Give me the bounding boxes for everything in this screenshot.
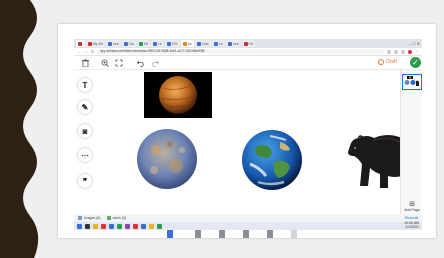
- venus-image[interactable]: [144, 72, 212, 118]
- reload-icon[interactable]: ↻: [91, 49, 94, 54]
- taskbar-app-icon[interactable]: [117, 223, 122, 229]
- draft-button[interactable]: Draft: [378, 59, 397, 65]
- taskbar-app-icon[interactable]: [109, 223, 114, 229]
- file-icon: [106, 216, 111, 220]
- browser-tab[interactable]: Lea: [225, 40, 241, 47]
- downloads-bar: images (8) valsh (3) Show all: [74, 214, 422, 222]
- undo-icon[interactable]: [136, 58, 146, 68]
- check-icon[interactable]: ✓: [410, 57, 421, 68]
- profile-avatar[interactable]: [408, 49, 412, 54]
- taskbar-app-icon[interactable]: [93, 223, 98, 229]
- add-page-label: Add Page: [404, 208, 420, 212]
- start-icon[interactable]: [77, 223, 82, 229]
- taskbar-app-icon[interactable]: [85, 223, 90, 229]
- earth-image[interactable]: [240, 128, 304, 192]
- browser-tab[interactable]: Lea: [105, 40, 121, 47]
- trash-icon[interactable]: [80, 58, 90, 68]
- page-thumbnail[interactable]: [402, 74, 422, 90]
- download-item[interactable]: images (8): [78, 216, 101, 220]
- taskbar-app-icon[interactable]: [141, 223, 146, 229]
- more-tool-icon[interactable]: ⋯: [78, 148, 92, 162]
- address-bar: ← → ↻ app.seesaw.me/#/item/new/class.69f…: [74, 48, 422, 56]
- taskbar-app-icon[interactable]: [157, 223, 162, 229]
- add-page-button[interactable]: ⊞ Add Page: [404, 200, 420, 212]
- browser-tab[interactable]: Cla: [121, 40, 136, 47]
- quote-tool-icon[interactable]: ❞: [78, 174, 92, 188]
- left-tool-column: T ✎ ◙ ⋯ ❞: [74, 70, 96, 210]
- url-field[interactable]: app.seesaw.me/#/item/new/class.69f0120f-…: [97, 49, 384, 54]
- extension-icon[interactable]: [401, 49, 405, 54]
- screenshot-card: My Bit Lea Cla l/B Le 202 Ac Clas Le Lea…: [58, 24, 436, 238]
- text-tool-icon[interactable]: T: [78, 78, 92, 92]
- redo-icon[interactable]: [150, 58, 160, 68]
- browser-tab[interactable]: Ac: [180, 40, 194, 47]
- wavy-border: [0, 0, 39, 258]
- taskbar-app-icon[interactable]: [149, 223, 154, 229]
- browser-tab[interactable]: KK: [241, 40, 256, 47]
- add-page-icon: ⊞: [409, 201, 415, 208]
- window-controls[interactable]: – □ ✕: [410, 41, 420, 46]
- extension-icon[interactable]: [387, 49, 391, 54]
- mercury-image[interactable]: [136, 128, 198, 190]
- browser-tab[interactable]: Le: [150, 40, 164, 47]
- menu-icon[interactable]: ⋮: [415, 49, 419, 54]
- taskbar-app-icon[interactable]: [125, 223, 130, 229]
- app-toolbar: Draft ✓: [74, 56, 422, 70]
- taskbar-app-icon[interactable]: [101, 223, 106, 229]
- download-item[interactable]: valsh (3): [106, 216, 126, 220]
- zoom-in-icon[interactable]: [100, 58, 110, 68]
- pen-tool-icon[interactable]: ✎: [78, 100, 92, 114]
- draft-icon: [378, 59, 384, 65]
- system-clock[interactable]: 10:09 AM 2/1/2021: [404, 221, 419, 230]
- browser-tab[interactable]: [76, 40, 85, 47]
- browser-tab[interactable]: My Bit: [86, 40, 105, 47]
- forward-icon[interactable]: →: [84, 49, 88, 54]
- back-icon[interactable]: ←: [77, 49, 81, 54]
- browser-tab-strip: My Bit Lea Cla l/B Le 202 Ac Clas Le Lea…: [74, 39, 422, 48]
- draft-label: Draft: [386, 59, 397, 65]
- crop-icon[interactable]: [114, 58, 124, 68]
- browser-tab[interactable]: Le: [211, 40, 225, 47]
- browser-tab[interactable]: l/B: [136, 40, 150, 47]
- page-panel: ⊞ Add Page: [400, 70, 422, 230]
- browser-tab[interactable]: 202: [164, 40, 180, 47]
- file-icon: [78, 216, 82, 220]
- slide-frame: My Bit Lea Cla l/B Le 202 Ac Clas Le Lea…: [0, 0, 444, 258]
- extension-icon[interactable]: [394, 49, 398, 54]
- os-taskbar: 10:09 AM 2/1/2021: [74, 221, 422, 230]
- show-all-link[interactable]: Show all: [405, 216, 418, 220]
- camera-tool-icon[interactable]: ◙: [78, 124, 92, 138]
- taskbar-app-icon[interactable]: [133, 223, 138, 229]
- browser-tab[interactable]: Clas: [194, 40, 211, 47]
- drawing-canvas[interactable]: T ✎ ◙ ⋯ ❞: [74, 70, 414, 238]
